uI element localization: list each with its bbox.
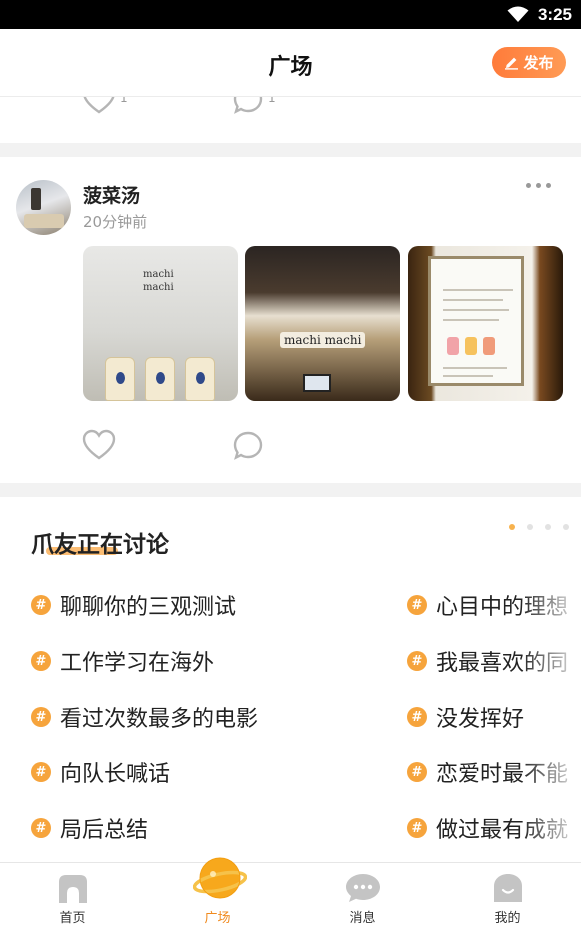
post-card: 菠菜汤 20分钟前 machi machi machi machi bbox=[0, 157, 581, 483]
page-dot bbox=[545, 524, 551, 530]
photo-storefront[interactable]: machi machi bbox=[245, 246, 400, 401]
photo-sign-text: machi machi bbox=[143, 269, 174, 293]
tab-label: 我的 bbox=[494, 911, 521, 926]
post-time: 20分钟前 bbox=[83, 213, 148, 231]
tab-home[interactable]: 首页 bbox=[0, 863, 145, 930]
previous-post-card: 1 1 bbox=[0, 97, 581, 143]
tab-label: 首页 bbox=[59, 911, 86, 926]
top-header: 广场 发布 bbox=[0, 29, 581, 97]
page-dot bbox=[563, 524, 569, 530]
topic-label: 看过次数最多的电影 bbox=[60, 707, 259, 732]
discussion-title: 爪友正在讨论 bbox=[31, 532, 169, 558]
photo-bottles[interactable]: machi machi bbox=[83, 246, 238, 401]
hashtag-icon: # bbox=[407, 818, 427, 838]
topic-item[interactable]: # 看过次数最多的电影 bbox=[31, 701, 258, 733]
hashtag-icon: # bbox=[31, 707, 51, 727]
hashtag-icon: # bbox=[407, 762, 427, 782]
pencil-icon bbox=[505, 57, 519, 70]
topic-item[interactable]: # 没发挥好 bbox=[407, 701, 524, 733]
hashtag-icon: # bbox=[407, 707, 427, 727]
planet-icon bbox=[193, 857, 247, 899]
wifi-icon bbox=[507, 6, 529, 22]
comment-icon[interactable] bbox=[233, 431, 263, 461]
avatar[interactable] bbox=[16, 180, 71, 235]
topic-item[interactable]: # 向队长喊话 bbox=[31, 756, 170, 788]
like-count: 1 bbox=[120, 97, 128, 105]
post-username[interactable]: 菠菜汤 bbox=[83, 181, 140, 208]
profile-icon bbox=[494, 874, 522, 902]
hashtag-icon: # bbox=[407, 651, 427, 671]
comment-icon[interactable] bbox=[233, 97, 263, 115]
topic-item[interactable]: # 聊聊你的三观测试 bbox=[31, 589, 236, 621]
publish-button[interactable]: 发布 bbox=[492, 47, 566, 78]
tab-messages[interactable]: 消息 bbox=[290, 863, 435, 930]
topic-label: 局后总结 bbox=[60, 818, 149, 843]
discussion-card: 爪友正在讨论 # 聊聊你的三观测试 # 工作学习在海外 # 看过次数最多的电影 … bbox=[0, 497, 581, 862]
hashtag-icon: # bbox=[31, 818, 51, 838]
topic-item[interactable]: # 局后总结 bbox=[31, 812, 148, 844]
topic-label: 没发挥好 bbox=[436, 707, 525, 732]
heart-icon[interactable] bbox=[82, 97, 116, 115]
page-dot bbox=[509, 524, 515, 530]
topic-label: 向队长喊话 bbox=[60, 762, 171, 787]
tab-label: 广场 bbox=[204, 911, 231, 926]
tab-label: 消息 bbox=[349, 911, 376, 926]
more-dots-icon[interactable] bbox=[526, 183, 551, 188]
topic-item[interactable]: # 工作学习在海外 bbox=[31, 645, 214, 677]
pagination-dots bbox=[509, 524, 569, 530]
photo-menu-board[interactable] bbox=[408, 246, 563, 401]
hashtag-icon: # bbox=[31, 595, 51, 615]
comment-count: 1 bbox=[268, 97, 276, 105]
app-root: { "status_bar": { "time": "3:25", "wifi_… bbox=[0, 0, 581, 930]
topic-label: 工作学习在海外 bbox=[60, 651, 215, 676]
publish-label: 发布 bbox=[523, 54, 554, 72]
bottom-tab-bar: 首页 广场 消息 我的 bbox=[0, 857, 581, 930]
hashtag-icon: # bbox=[31, 651, 51, 671]
store-sign-text: machi machi bbox=[280, 332, 366, 348]
chat-icon bbox=[346, 874, 380, 902]
edge-fade bbox=[521, 577, 581, 857]
hashtag-icon: # bbox=[31, 762, 51, 782]
page-dot bbox=[527, 524, 533, 530]
status-time: 3:25 bbox=[537, 5, 572, 24]
home-icon bbox=[59, 875, 87, 903]
heart-icon[interactable] bbox=[82, 429, 116, 461]
topic-label: 聊聊你的三观测试 bbox=[60, 595, 237, 620]
status-bar: 3:25 bbox=[0, 0, 581, 29]
tab-profile[interactable]: 我的 bbox=[435, 863, 580, 930]
hashtag-icon: # bbox=[407, 595, 427, 615]
